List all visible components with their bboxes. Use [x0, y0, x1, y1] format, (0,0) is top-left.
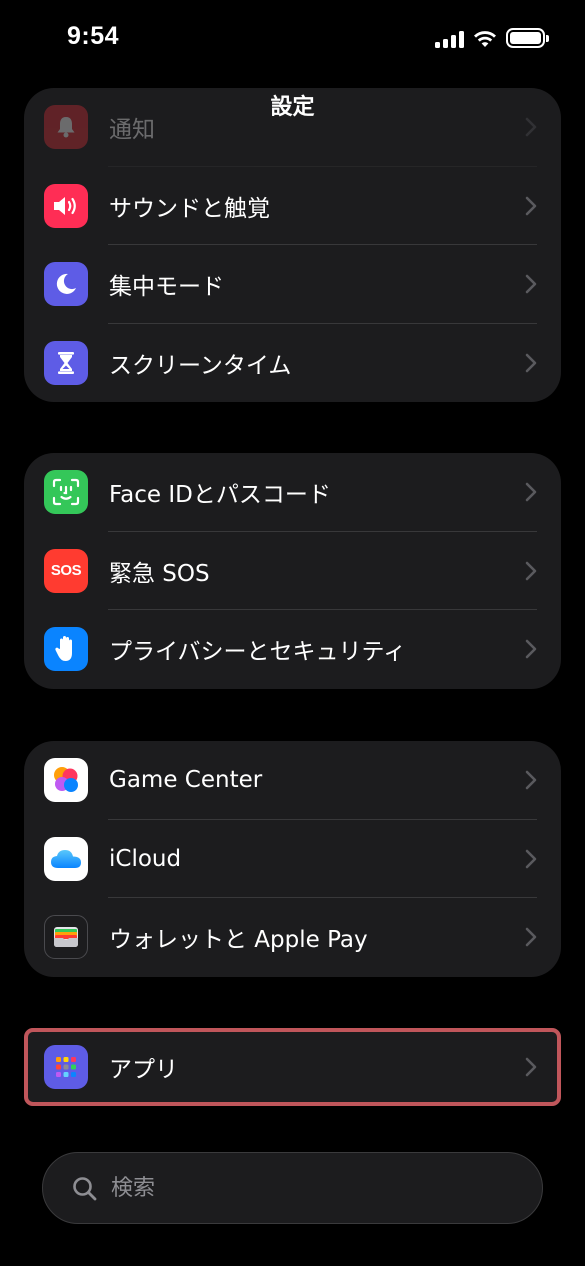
chevron-right-icon — [525, 196, 537, 216]
row-label: スクリーンタイム — [109, 352, 292, 379]
chevron-right-icon — [525, 770, 537, 790]
face-id-icon — [44, 470, 88, 515]
cloud-icon — [44, 836, 88, 881]
row-sounds-haptics[interactable]: サウンドと触覚 — [24, 167, 561, 245]
chevron-right-icon — [525, 849, 537, 869]
search-icon — [73, 1177, 97, 1201]
status-icons — [435, 28, 549, 48]
chevron-right-icon — [525, 482, 537, 502]
row-label: Face IDとパスコード — [109, 482, 331, 509]
apps-grid-icon — [44, 1045, 88, 1089]
settings-group-security: Face IDとパスコード SOS 緊急 SOS プライバシーとセキュリティ — [24, 453, 561, 689]
chevron-right-icon — [525, 927, 537, 947]
chevron-right-icon — [525, 561, 537, 581]
page-title: 設定 — [270, 95, 315, 120]
row-label: iCloud — [109, 845, 182, 872]
search-bar[interactable] — [42, 1152, 543, 1224]
row-label: ウォレットと Apple Pay — [109, 927, 368, 954]
row-label: 集中モード — [109, 274, 224, 301]
cellular-signal-icon — [435, 30, 464, 48]
chevron-right-icon — [525, 353, 537, 373]
row-label: Game Center — [109, 767, 263, 794]
row-face-id[interactable]: Face IDとパスコード — [24, 453, 561, 532]
chevron-right-icon — [525, 1057, 537, 1077]
row-privacy-security[interactable]: プライバシーとセキュリティ — [24, 610, 561, 689]
row-label: 緊急 SOS — [109, 560, 210, 587]
row-label: プライバシーとセキュリティ — [109, 639, 407, 666]
row-icloud[interactable]: iCloud — [24, 820, 561, 898]
sos-icon-text: SOS — [50, 562, 82, 580]
settings-group-services: Game Center iCloud ウォレットと Apple Pay — [24, 741, 561, 977]
wallet-icon — [44, 915, 88, 960]
chevron-right-icon — [525, 274, 537, 294]
hourglass-icon — [44, 340, 88, 385]
battery-icon — [506, 28, 549, 48]
status-time: 9:54 — [67, 22, 120, 50]
row-focus[interactable]: 集中モード — [24, 245, 561, 324]
sos-icon: SOS — [44, 548, 88, 593]
status-bar: 9:54 — [0, 0, 585, 80]
settings-group-apps: アプリ — [24, 1028, 561, 1106]
row-emergency-sos[interactable]: SOS 緊急 SOS — [24, 532, 561, 610]
wifi-icon — [474, 31, 496, 47]
hand-icon — [44, 627, 88, 672]
speaker-icon — [44, 183, 88, 228]
row-wallet[interactable]: ウォレットと Apple Pay — [24, 898, 561, 977]
row-game-center[interactable]: Game Center — [24, 741, 561, 820]
chevron-right-icon — [525, 639, 537, 659]
game-center-icon — [44, 758, 88, 803]
row-label: サウンドと触覚 — [109, 195, 270, 222]
search-input[interactable] — [111, 1153, 511, 1223]
row-apps[interactable]: アプリ — [24, 1028, 561, 1106]
settings-group-system: 通知 サウンドと触覚 集中モード スクリーンタイム — [24, 88, 561, 402]
row-label: アプリ — [109, 1057, 178, 1083]
moon-icon — [44, 262, 88, 307]
row-screen-time[interactable]: スクリーンタイム — [24, 324, 561, 403]
